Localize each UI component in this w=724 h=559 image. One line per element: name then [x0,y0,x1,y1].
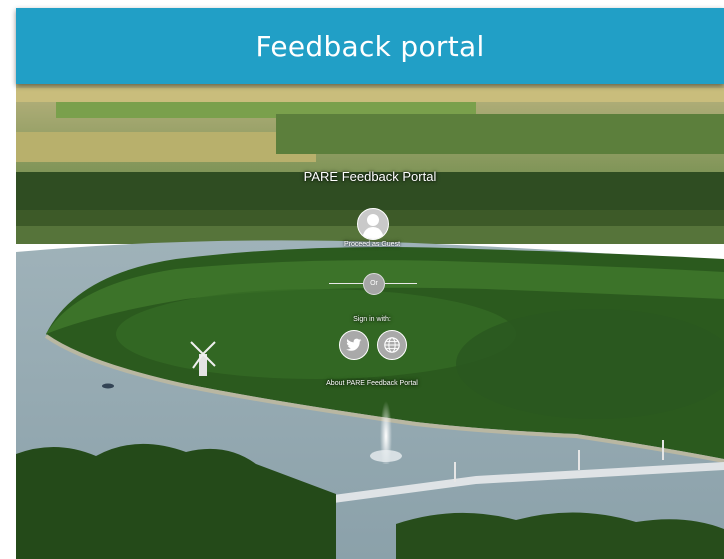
sign-in-with-label: Sign in with: [353,316,391,323]
page-title: Feedback portal [255,29,485,63]
login-overlay: PARE Feedback Portal Proceed as Guest Or… [16,84,724,559]
globe-icon [384,337,400,353]
proceed-as-guest-link[interactable]: Proceed as Guest [310,241,434,248]
twitter-bird-icon [346,338,362,351]
or-divider-badge: Or [363,273,385,295]
divider-line-right [385,283,417,284]
divider-line-left [329,283,363,284]
user-avatar-icon[interactable] [357,208,389,240]
web-sign-in-button[interactable] [377,330,407,360]
header-bar: Feedback portal [16,8,724,84]
twitter-sign-in-button[interactable] [339,330,369,360]
portal-title: PARE Feedback Portal [303,169,437,184]
about-portal-link[interactable]: About PARE Feedback Portal [300,380,444,387]
